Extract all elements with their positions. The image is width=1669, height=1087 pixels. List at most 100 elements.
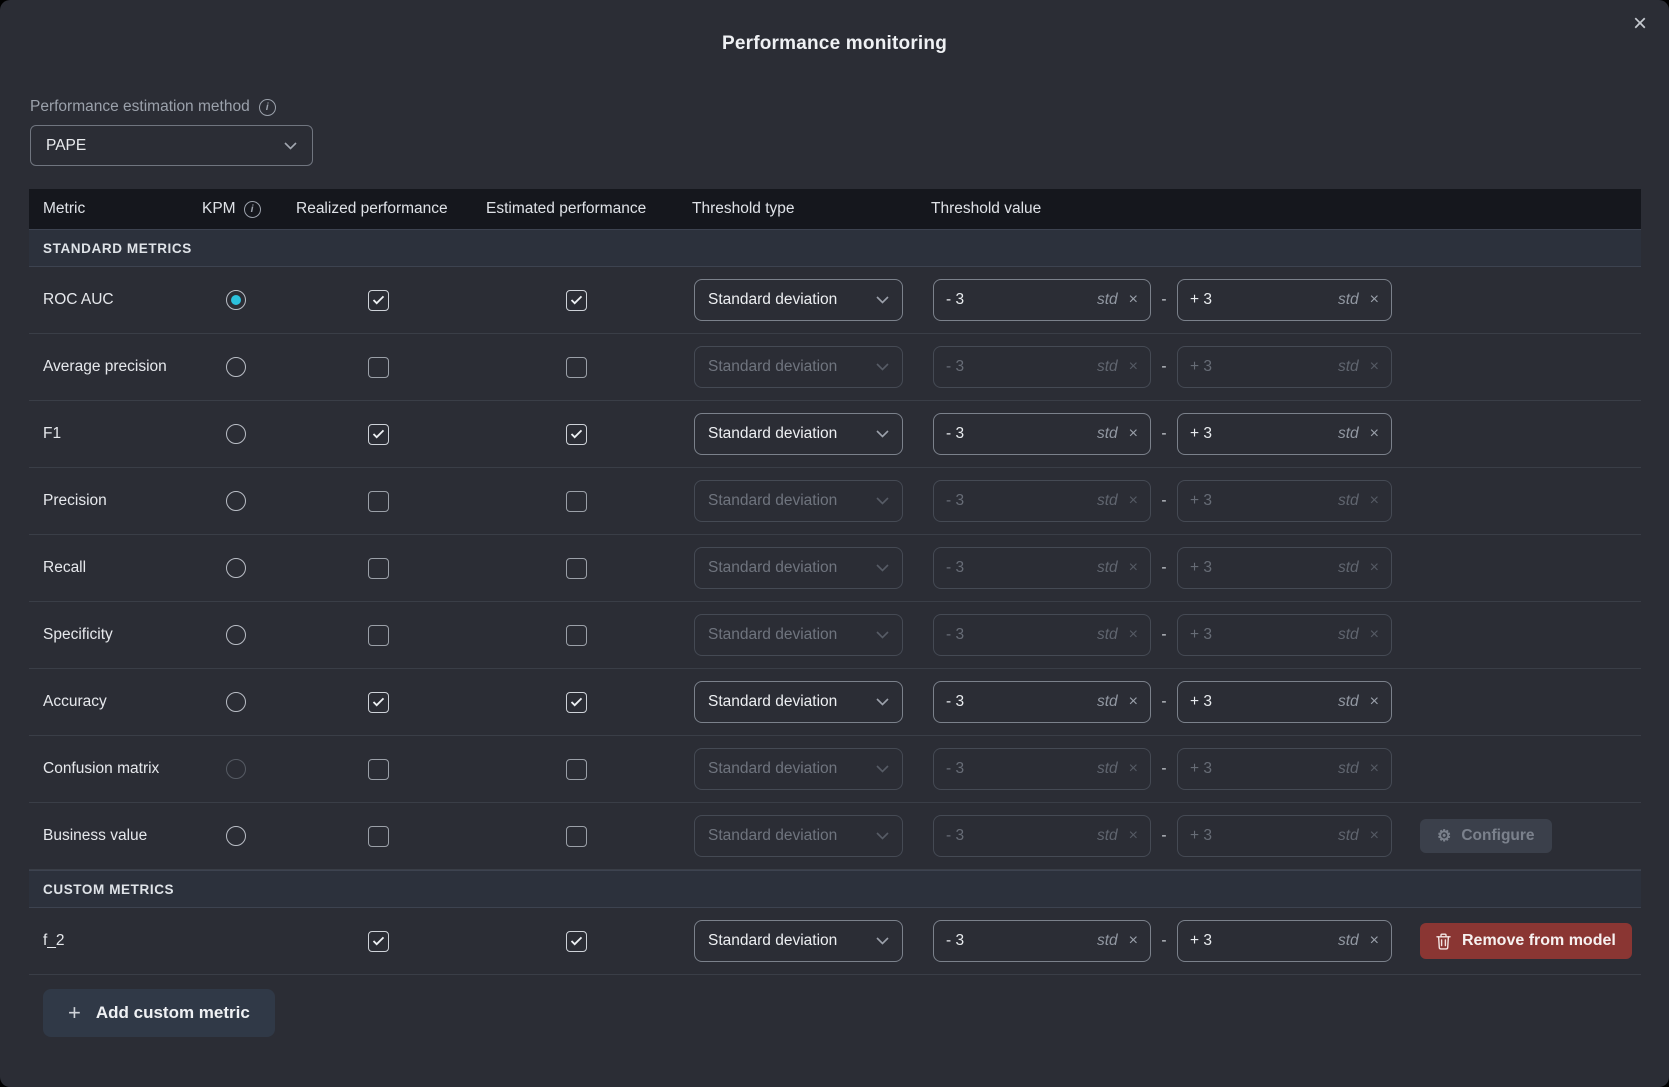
lower-threshold-input[interactable]: - 3std×	[933, 815, 1151, 857]
kpm-radio[interactable]	[226, 357, 246, 377]
estimated-checkbox[interactable]	[566, 826, 587, 847]
info-icon[interactable]: i	[259, 99, 276, 116]
threshold-type-select[interactable]: Standard deviation	[694, 748, 903, 790]
clear-icon[interactable]: ×	[1129, 827, 1138, 845]
lower-threshold-value: - 3	[946, 626, 1097, 644]
realized-checkbox[interactable]	[368, 357, 389, 378]
realized-checkbox[interactable]	[368, 424, 389, 445]
realized-checkbox[interactable]	[368, 692, 389, 713]
kpm-radio[interactable]	[226, 424, 246, 444]
upper-threshold-input[interactable]: + 3std×	[1177, 346, 1392, 388]
kpm-radio[interactable]	[226, 558, 246, 578]
lower-threshold-input[interactable]: - 3std×	[933, 480, 1151, 522]
clear-icon[interactable]: ×	[1370, 559, 1379, 577]
threshold-type-select[interactable]: Standard deviation	[694, 815, 903, 857]
clear-icon[interactable]: ×	[1370, 827, 1379, 845]
metric-label: f_2	[43, 932, 65, 950]
lower-threshold-input[interactable]: - 3std ×	[933, 748, 1151, 790]
estimated-checkbox[interactable]	[566, 558, 587, 579]
threshold-type-select[interactable]: Standard deviation	[694, 480, 903, 522]
upper-threshold-value: + 3	[1190, 358, 1338, 376]
estimation-method-label: Performance estimation method	[30, 98, 250, 116]
realized-checkbox[interactable]	[368, 290, 389, 311]
lower-threshold-input[interactable]: - 3std×	[933, 279, 1151, 321]
threshold-type-select[interactable]: Standard deviation	[694, 346, 903, 388]
upper-threshold-value: + 3	[1190, 827, 1338, 845]
upper-threshold-input[interactable]: + 3std×	[1177, 279, 1392, 321]
close-icon[interactable]: ×	[1633, 12, 1647, 36]
lower-threshold-value: - 3	[946, 358, 1097, 376]
clear-icon[interactable]: ×	[1129, 693, 1138, 711]
estimated-checkbox[interactable]	[566, 424, 587, 445]
threshold-type-value: Standard deviation	[708, 626, 837, 644]
estimation-method-select[interactable]: PAPE	[30, 125, 313, 166]
upper-threshold-input[interactable]: + 3std×	[1177, 681, 1392, 723]
threshold-type-select[interactable]: Standard deviation	[694, 681, 903, 723]
threshold-type-select[interactable]: Standard deviation	[694, 413, 903, 455]
estimated-checkbox[interactable]	[566, 491, 587, 512]
estimated-checkbox[interactable]	[566, 290, 587, 311]
lower-threshold-input[interactable]: - 3std×	[933, 920, 1151, 962]
kpm-radio[interactable]	[226, 491, 246, 511]
upper-threshold-input[interactable]: + 3std×	[1177, 547, 1392, 589]
unit-label: std	[1097, 760, 1118, 778]
clear-icon[interactable]: ×	[1129, 932, 1138, 950]
upper-threshold-input[interactable]: + 3std×	[1177, 748, 1392, 790]
remove-from-model-button[interactable]: Remove from model	[1420, 923, 1632, 959]
estimated-checkbox[interactable]	[566, 625, 587, 646]
lower-threshold-input[interactable]: - 3std ×	[933, 614, 1151, 656]
lower-threshold-input[interactable]: - 3std×	[933, 547, 1151, 589]
unit-label: std	[1097, 626, 1118, 644]
clear-icon[interactable]: ×	[1370, 760, 1379, 778]
clear-icon[interactable]: ×	[1370, 425, 1379, 443]
kpm-info-icon[interactable]: i	[244, 201, 261, 218]
realized-checkbox[interactable]	[368, 491, 389, 512]
threshold-type-select[interactable]: Standard deviation	[694, 614, 903, 656]
upper-threshold-input[interactable]: + 3std×	[1177, 815, 1392, 857]
estimated-checkbox[interactable]	[566, 357, 587, 378]
realized-checkbox[interactable]	[368, 931, 389, 952]
range-separator: -	[1151, 693, 1177, 711]
kpm-radio[interactable]	[226, 290, 246, 310]
realized-checkbox[interactable]	[368, 826, 389, 847]
upper-threshold-input[interactable]: + 3std×	[1177, 480, 1392, 522]
metrics-table: Metric KPM i Realized performance Estima…	[29, 189, 1641, 1037]
realized-checkbox[interactable]	[368, 625, 389, 646]
clear-icon[interactable]: ×	[1370, 693, 1379, 711]
kpm-radio[interactable]	[226, 625, 246, 645]
clear-icon[interactable]: ×	[1129, 425, 1138, 443]
lower-threshold-input[interactable]: - 3std×	[933, 346, 1151, 388]
lower-threshold-input[interactable]: - 3std×	[933, 681, 1151, 723]
realized-checkbox[interactable]	[368, 558, 389, 579]
estimated-checkbox[interactable]	[566, 692, 587, 713]
threshold-type-select[interactable]: Standard deviation	[694, 920, 903, 962]
estimated-checkbox[interactable]	[566, 931, 587, 952]
threshold-type-select[interactable]: Standard deviation	[694, 547, 903, 589]
configure-button[interactable]: ⚙ Configure	[1420, 819, 1552, 853]
estimated-checkbox[interactable]	[566, 759, 587, 780]
clear-icon[interactable]: ×	[1129, 559, 1138, 577]
upper-threshold-input[interactable]: + 3std×	[1177, 413, 1392, 455]
kpm-radio[interactable]	[226, 826, 246, 846]
clear-icon[interactable]: ×	[1370, 291, 1379, 309]
lower-threshold-value: - 3	[946, 760, 1097, 778]
upper-threshold-input[interactable]: + 3std×	[1177, 920, 1392, 962]
lower-threshold-input[interactable]: - 3std×	[933, 413, 1151, 455]
clear-icon[interactable]: ×	[1370, 626, 1379, 644]
clear-icon[interactable]: ×	[1370, 932, 1379, 950]
realized-checkbox[interactable]	[368, 759, 389, 780]
clear-icon[interactable]: ×	[1129, 358, 1138, 376]
threshold-type-select[interactable]: Standard deviation	[694, 279, 903, 321]
add-custom-metric-button[interactable]: + Add custom metric	[43, 989, 275, 1037]
metric-label: Specificity	[43, 626, 113, 644]
clear-icon[interactable]: ×	[1370, 358, 1379, 376]
kpm-radio	[226, 759, 246, 779]
clear-icon[interactable]: ×	[1129, 626, 1138, 644]
clear-icon[interactable]: ×	[1129, 492, 1138, 510]
clear-icon[interactable]: ×	[1129, 760, 1138, 778]
upper-threshold-input[interactable]: + 3std×	[1177, 614, 1392, 656]
clear-icon[interactable]: ×	[1129, 291, 1138, 309]
table-row-f1: F1 Standard deviation - 3std× - + 3std×	[29, 401, 1641, 468]
clear-icon[interactable]: ×	[1370, 492, 1379, 510]
kpm-radio[interactable]	[226, 692, 246, 712]
